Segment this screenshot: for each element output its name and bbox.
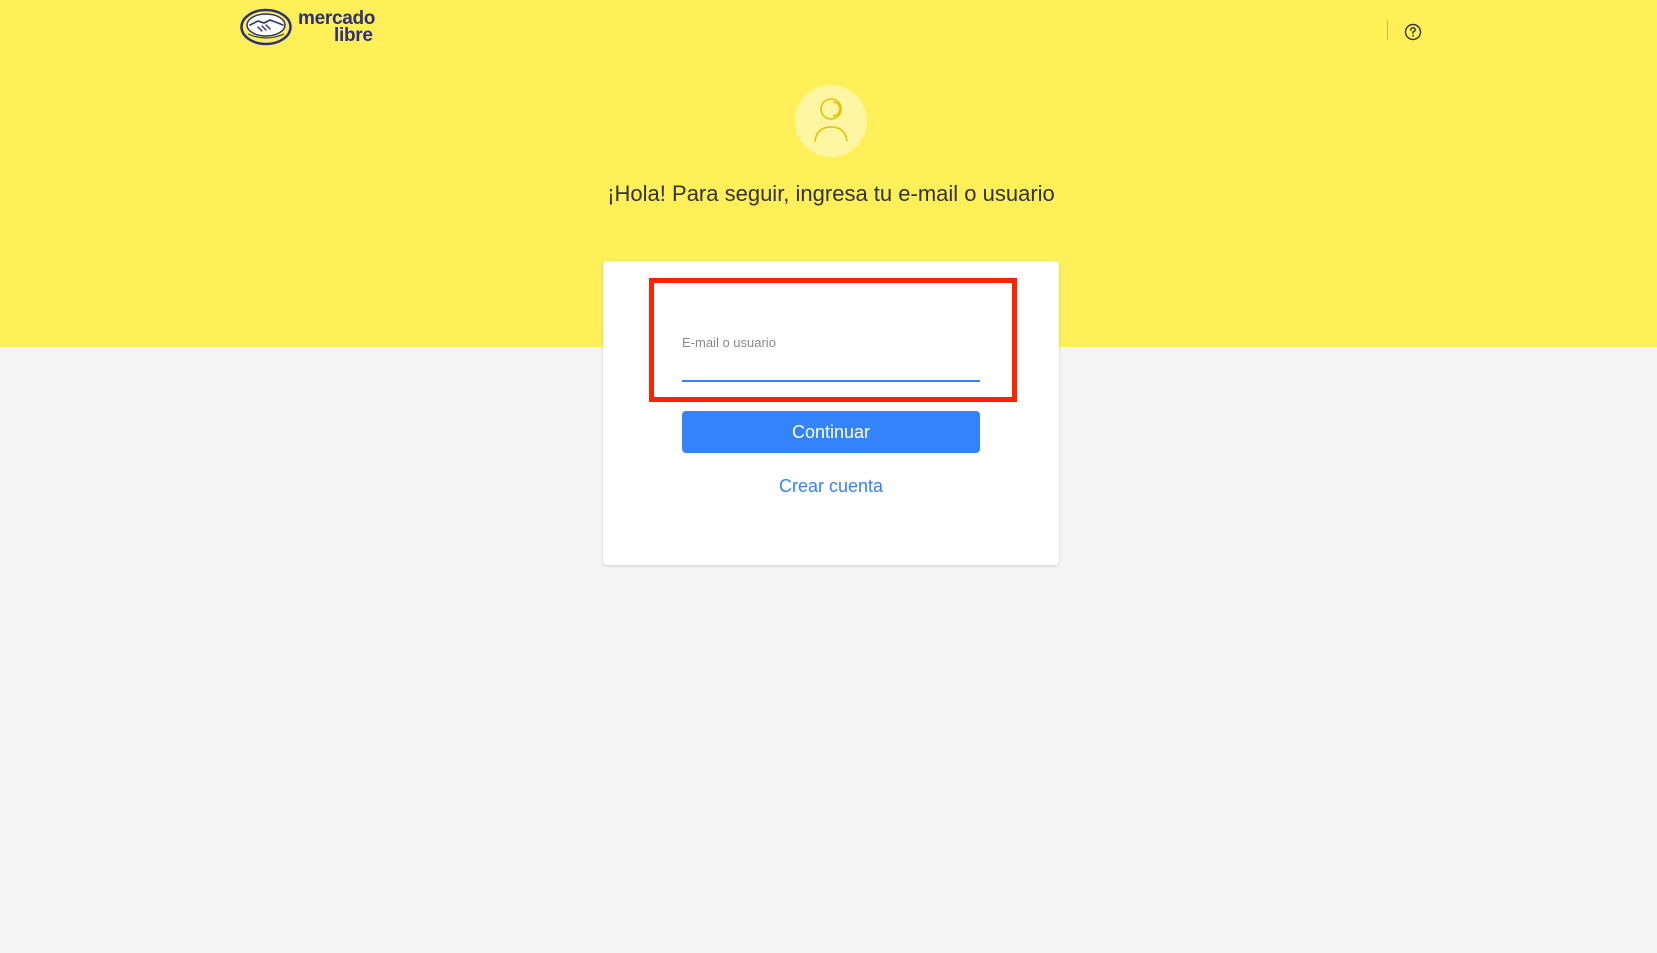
create-account-link[interactable]: Crear cuenta — [682, 476, 980, 497]
header-divider — [1387, 20, 1388, 40]
question-circle-icon — [1404, 23, 1422, 41]
page: mercado libre ¡Hola! Para seguir, ingres… — [0, 0, 1657, 953]
greeting-heading: ¡Hola! Para seguir, ingresa tu e-mail o … — [607, 181, 1055, 206]
user-avatar — [795, 85, 867, 157]
mercado-libre-logo[interactable]: mercado libre — [240, 8, 375, 46]
header: mercado libre — [0, 0, 1657, 60]
logo-wordmark: mercado libre — [298, 9, 375, 46]
continue-button[interactable]: Continuar — [682, 411, 980, 453]
user-avatar-icon — [814, 98, 848, 142]
logo-text-line2: libre — [334, 25, 373, 46]
email-or-username-input[interactable] — [682, 352, 980, 382]
help-button[interactable] — [1403, 22, 1423, 42]
handshake-logo-icon — [240, 8, 292, 46]
email-field-label: E-mail o usuario — [682, 335, 776, 350]
